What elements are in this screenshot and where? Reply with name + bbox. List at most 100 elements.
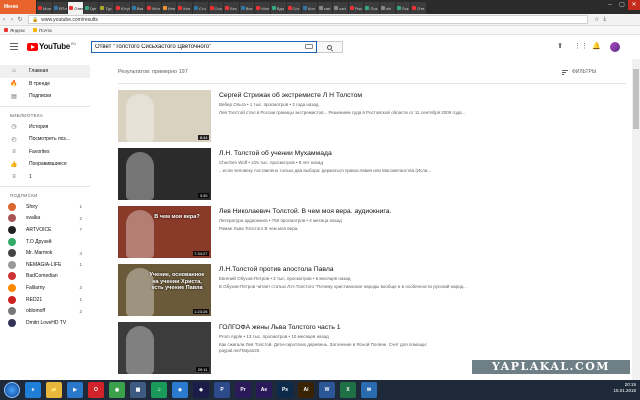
- sidebar-item-home[interactable]: ⌂ Главная: [0, 65, 90, 78]
- browser-tab[interactable]: Сот: [286, 2, 302, 14]
- browser-tab[interactable]: Кон: [302, 2, 317, 14]
- avatar[interactable]: [610, 42, 620, 52]
- browser-tab[interactable]: Кон: [177, 2, 192, 14]
- browser-tab[interactable]: Мон: [255, 2, 270, 14]
- taskbar-app-icon[interactable]: W: [319, 382, 335, 398]
- bookmark-yandex[interactable]: Яндекс: [4, 28, 25, 33]
- taskbar-app-icon[interactable]: ◆: [193, 382, 209, 398]
- browser-tab[interactable]: Взя: [130, 2, 146, 14]
- download-icon[interactable]: ⤓: [603, 16, 606, 23]
- browser-tab[interactable]: Все: [239, 2, 255, 14]
- browser-tab[interactable]: Рыс: [348, 2, 364, 14]
- video-thumbnail[interactable]: 8:44: [118, 90, 211, 142]
- apps-icon[interactable]: ⋮⋮: [574, 43, 588, 51]
- sidebar-item-history[interactable]: ◷ История: [0, 121, 90, 134]
- subscription-item[interactable]: Mr. Marmok 4: [0, 247, 90, 259]
- video-title[interactable]: Л.Н. Толстой об учении Мухаммада: [219, 150, 619, 158]
- video-result[interactable]: 3:35 Л.Н. Толстой об учении Мухаммада Chec…: [118, 148, 626, 200]
- video-thumbnail[interactable]: 3:35: [118, 148, 211, 200]
- video-result[interactable]: В чем моя вера? 7:34:27 Лев Николаевич Тол…: [118, 206, 626, 258]
- video-result[interactable]: 8:44 Сергей Стрижак об экстремисте Л Н То…: [118, 90, 626, 142]
- taskbar-app-icon[interactable]: X: [340, 382, 356, 398]
- minimize-icon[interactable]: –: [604, 0, 616, 10]
- filters-button[interactable]: ФИЛЬТРЫ: [562, 69, 596, 75]
- menu-icon[interactable]: [10, 43, 18, 50]
- subscription-item[interactable]: oblomoff 2: [0, 305, 90, 317]
- taskbar-app-icon[interactable]: ♫: [151, 382, 167, 398]
- youtube-logo[interactable]: YouTube RU: [27, 42, 76, 51]
- sidebar-item-watch-later[interactable]: ◴ Посмотреть поз...: [0, 133, 90, 146]
- sidebar-item-favorites[interactable]: ≡ Favorites: [0, 146, 90, 159]
- url-field[interactable]: 🔒 www.youtube.com/results: [28, 15, 588, 24]
- taskbar-app-icon[interactable]: Ps: [277, 382, 293, 398]
- taskbar-app-icon[interactable]: P: [214, 382, 230, 398]
- sidebar-item-trending[interactable]: 🔥 В тренде: [0, 78, 90, 91]
- taskbar-app-icon[interactable]: ▶: [67, 382, 83, 398]
- browser-tab[interactable]: Вдо: [270, 2, 286, 14]
- close-icon[interactable]: ✕: [628, 0, 640, 10]
- subscription-item[interactable]: Falilarny 3: [0, 282, 90, 294]
- video-title[interactable]: ГОЛГОФА жены Льва Толстого часть 1: [219, 324, 619, 332]
- browser-tab[interactable]: Бес: [224, 2, 239, 14]
- subscription-item[interactable]: Sfory 1: [0, 201, 90, 213]
- subscription-item[interactable]: svalka 2: [0, 213, 90, 225]
- taskbar-app-icon[interactable]: Pr: [235, 382, 251, 398]
- search-input[interactable]: [91, 41, 317, 53]
- browser-tab[interactable]: Пок: [395, 2, 411, 14]
- browser-tab[interactable]: Тур: [99, 2, 114, 14]
- sidebar-item-liked[interactable]: 👍 Понравившиеся: [0, 158, 90, 171]
- system-clock[interactable]: 20:15 15.01.2018: [613, 382, 636, 394]
- bookmark-mail[interactable]: Почта: [33, 28, 52, 33]
- subscription-item[interactable]: BadComedian: [0, 271, 90, 283]
- taskbar-app-icon[interactable]: O: [88, 382, 104, 398]
- browser-menu-button[interactable]: Меню: [0, 0, 36, 14]
- browser-tab[interactable]: Ине: [161, 2, 177, 14]
- taskbar-app-icon[interactable]: ✉: [361, 382, 377, 398]
- sidebar-item-subscriptions[interactable]: ▤ Подписки: [0, 90, 90, 103]
- browser-tab[interactable]: Мои: [37, 2, 52, 14]
- taskbar-app-icon[interactable]: ◈: [172, 382, 188, 398]
- taskbar-app-icon[interactable]: 📁: [46, 382, 62, 398]
- forward-icon[interactable]: ›: [8, 17, 16, 23]
- bookmark-star-icon[interactable]: ☆: [594, 16, 599, 23]
- browser-tab[interactable]: cart: [333, 2, 348, 14]
- taskbar-app-icon[interactable]: Ae: [256, 382, 272, 398]
- search-button[interactable]: [317, 41, 343, 53]
- browser-tab[interactable]: Мон: [146, 2, 161, 14]
- notifications-icon[interactable]: 🔔: [592, 43, 601, 51]
- video-title[interactable]: Л.Н.Толстой против апостола Павла: [219, 266, 619, 274]
- subscription-item[interactable]: ARTVOICE 7: [0, 224, 90, 236]
- subscription-item[interactable]: NEMAGIA-LIFE 1: [0, 259, 90, 271]
- subscription-item[interactable]: RED21 1: [0, 294, 90, 306]
- browser-tab[interactable]: Сто: [192, 2, 208, 14]
- browser-tab[interactable]: ЯПл: [52, 2, 68, 14]
- video-title[interactable]: Лев Николаевич Толстой. В чем моя вера. …: [219, 208, 619, 216]
- video-thumbnail[interactable]: Учение, основанное на учении Христа, ест…: [118, 264, 211, 316]
- keyboard-icon[interactable]: [305, 44, 313, 49]
- browser-tab[interactable]: Пок: [364, 2, 380, 14]
- browser-tab[interactable]: Ютуб: [114, 2, 130, 14]
- browser-tab[interactable]: cart: [317, 2, 333, 14]
- taskbar-app-icon[interactable]: ▦: [130, 382, 146, 398]
- video-title[interactable]: Сергей Стрижак об экстремисте Л Н Толсто…: [219, 92, 619, 100]
- reload-icon[interactable]: ↻: [16, 16, 24, 23]
- video-thumbnail[interactable]: 29:11: [118, 322, 211, 374]
- browser-tab[interactable]: Где: [83, 2, 99, 14]
- maximize-icon[interactable]: ▢: [616, 0, 628, 10]
- taskbar-app-icon[interactable]: ◉: [109, 382, 125, 398]
- taskbar-app-icon[interactable]: e: [25, 382, 41, 398]
- subscription-item[interactable]: T.O Друзей: [0, 236, 90, 248]
- sidebar-item-playlist-1[interactable]: ≡ 1: [0, 171, 90, 184]
- video-thumbnail[interactable]: В чем моя вера? 7:34:27: [118, 206, 211, 258]
- browser-tab[interactable]: Отв: [411, 2, 426, 14]
- scrollbar-thumb[interactable]: [633, 69, 639, 129]
- upload-icon[interactable]: ⬆: [556, 43, 564, 51]
- browser-tab[interactable]: Ответ: [68, 2, 83, 14]
- back-icon[interactable]: ‹: [0, 17, 8, 23]
- page-scrollbar[interactable]: [632, 59, 640, 380]
- subscription-item[interactable]: Dmitri LoveHD TV: [0, 317, 90, 329]
- browser-tab[interactable]: Сча: [208, 2, 224, 14]
- browser-tab[interactable]: shi: [380, 2, 395, 14]
- taskbar-app-icon[interactable]: Ai: [298, 382, 314, 398]
- video-result[interactable]: Учение, основанное на учении Христа, ест…: [118, 264, 626, 316]
